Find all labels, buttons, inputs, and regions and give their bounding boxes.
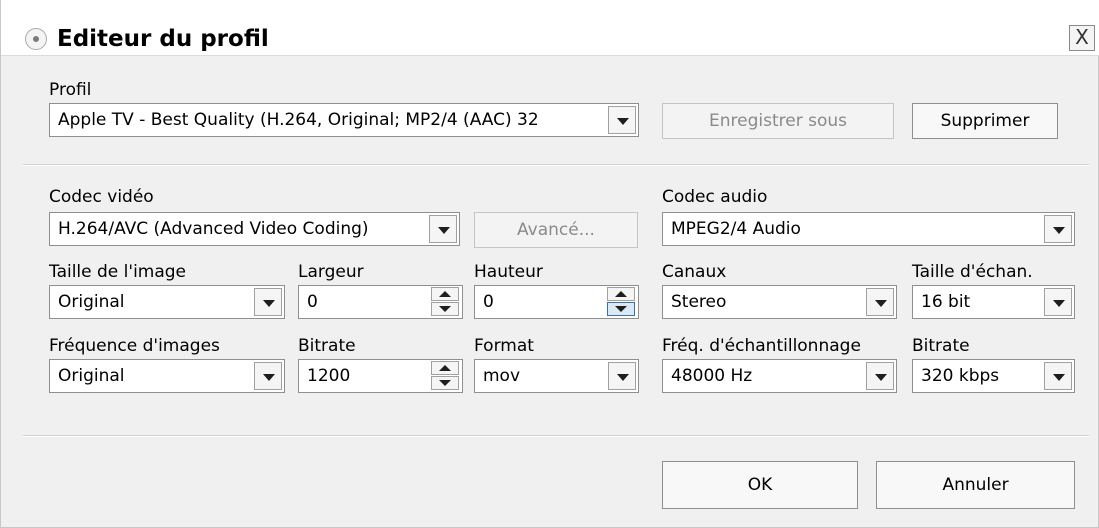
chevron-down-icon[interactable] [866, 362, 894, 390]
image-size-label: Taille de l'image [49, 262, 187, 282]
profile-select-value: Apple TV - Best Quality (H.264, Original… [58, 110, 539, 130]
audio-codec-label: Codec audio [662, 187, 768, 207]
frame-rate-label: Fréquence d'images [49, 336, 220, 356]
height-label: Hauteur [474, 262, 543, 282]
bullet-icon [25, 28, 47, 50]
arrow-down-icon[interactable] [431, 376, 459, 390]
separator [23, 435, 1089, 437]
chevron-down-icon[interactable] [254, 362, 282, 390]
arrow-down-icon[interactable] [431, 302, 459, 316]
audio-bitrate-select[interactable]: 320 kbps [912, 359, 1075, 393]
dialog-title: Editeur du profil [57, 26, 269, 52]
title-bar: Editeur du profil X [1, 0, 1099, 56]
arrow-up-icon[interactable] [607, 287, 635, 301]
channels-label: Canaux [662, 262, 727, 282]
channels-value: Stereo [671, 292, 727, 312]
chevron-down-icon[interactable] [1044, 215, 1072, 243]
audio-codec-value: MPEG2/4 Audio [671, 219, 801, 239]
width-spin[interactable] [431, 287, 461, 317]
video-bitrate-spin[interactable] [431, 361, 461, 391]
profile-select[interactable]: Apple TV - Best Quality (H.264, Original… [49, 103, 639, 137]
sample-rate-select[interactable]: 48000 Hz [662, 359, 897, 393]
sample-rate-value: 48000 Hz [671, 366, 753, 386]
video-bitrate-value: 1200 [307, 366, 351, 386]
chevron-down-icon[interactable] [866, 288, 894, 316]
width-stepper[interactable]: 0 [298, 285, 463, 319]
chevron-down-icon[interactable] [608, 106, 636, 134]
arrow-up-icon[interactable] [431, 287, 459, 301]
video-codec-label: Codec vidéo [49, 187, 154, 207]
advanced-button[interactable]: Avancé... [474, 212, 638, 248]
format-select[interactable]: mov [474, 359, 639, 393]
channels-select[interactable]: Stereo [662, 285, 897, 319]
frame-rate-select[interactable]: Original [49, 359, 285, 393]
sample-size-select[interactable]: 16 bit [912, 285, 1075, 319]
video-codec-select[interactable]: H.264/AVC (Advanced Video Coding) [49, 212, 460, 246]
width-label: Largeur [298, 262, 364, 282]
height-value: 0 [483, 292, 494, 312]
format-value: mov [483, 366, 521, 386]
chevron-down-icon[interactable] [608, 362, 636, 390]
video-bitrate-label: Bitrate [298, 336, 356, 356]
arrow-down-icon[interactable] [607, 302, 635, 316]
video-codec-value: H.264/AVC (Advanced Video Coding) [58, 219, 369, 239]
close-icon: X [1075, 25, 1089, 49]
save-as-button[interactable]: Enregistrer sous [662, 103, 894, 139]
chevron-down-icon[interactable] [1044, 362, 1072, 390]
profile-label: Profil [49, 80, 92, 100]
chevron-down-icon[interactable] [254, 288, 282, 316]
image-size-value: Original [58, 292, 125, 312]
width-value: 0 [307, 292, 318, 312]
format-label: Format [474, 336, 534, 356]
ok-button[interactable]: OK [662, 461, 858, 509]
sample-size-value: 16 bit [921, 292, 971, 312]
sample-rate-label: Fréq. d'échantillonnage [662, 336, 861, 356]
audio-bitrate-value: 320 kbps [921, 366, 1000, 386]
close-button[interactable]: X [1069, 25, 1095, 51]
audio-bitrate-label: Bitrate [912, 336, 970, 356]
height-stepper[interactable]: 0 [474, 285, 639, 319]
video-bitrate-stepper[interactable]: 1200 [298, 359, 463, 393]
cancel-button[interactable]: Annuler [876, 461, 1075, 509]
profile-editor-dialog: Editeur du profil X Profil Apple TV - Be… [0, 0, 1099, 528]
arrow-up-icon[interactable] [431, 361, 459, 375]
separator [23, 164, 1089, 166]
delete-button[interactable]: Supprimer [912, 103, 1058, 139]
chevron-down-icon[interactable] [1044, 288, 1072, 316]
frame-rate-value: Original [58, 366, 125, 386]
chevron-down-icon[interactable] [429, 215, 457, 243]
height-spin[interactable] [607, 287, 637, 317]
image-size-select[interactable]: Original [49, 285, 285, 319]
audio-codec-select[interactable]: MPEG2/4 Audio [662, 212, 1075, 246]
sample-size-label: Taille d'échan. [912, 262, 1033, 282]
